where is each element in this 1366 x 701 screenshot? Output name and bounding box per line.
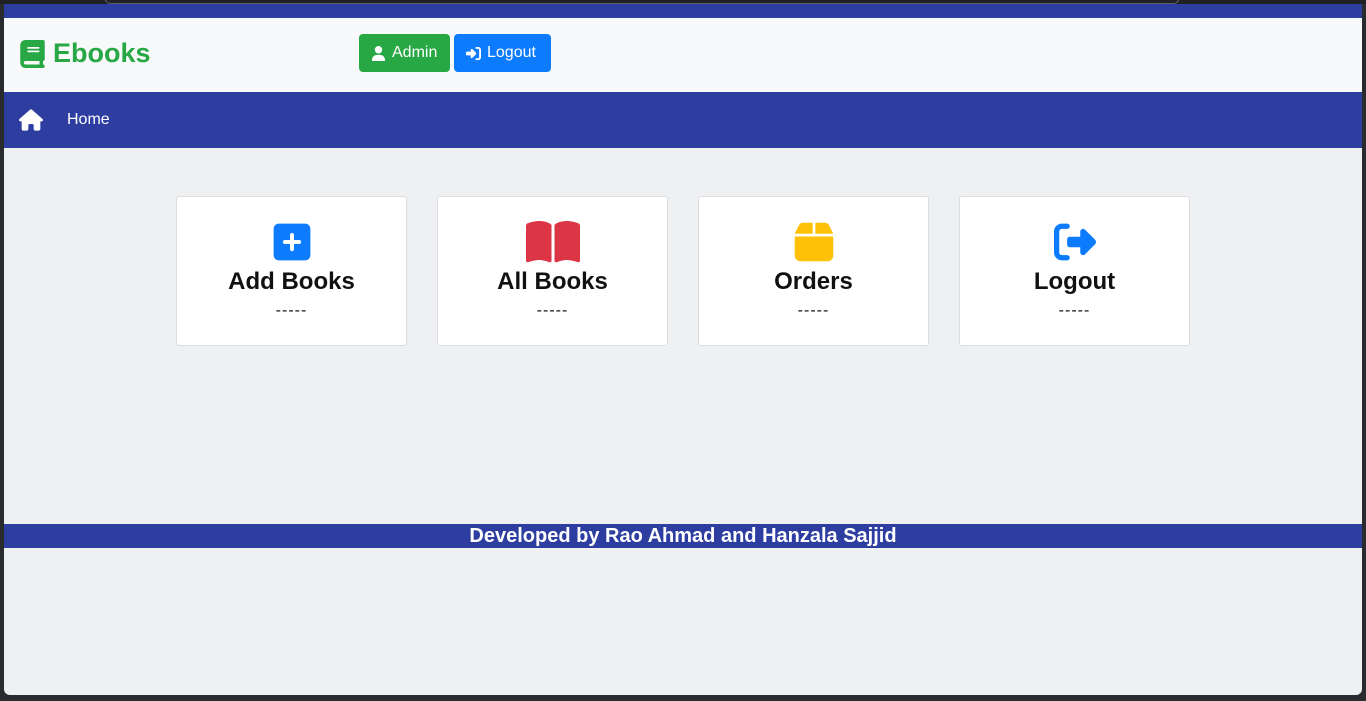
book-icon <box>20 39 45 68</box>
top-accent-strip <box>4 4 1362 18</box>
header: Ebooks Admin Logout <box>4 18 1362 92</box>
card-subtitle: ----- <box>797 302 830 319</box>
dashboard-cards: Add Books ----- All Books ----- Orders -… <box>176 196 1190 346</box>
footer: Developed by Rao Ahmad and Hanzala Sajji… <box>4 524 1362 548</box>
home-icon[interactable] <box>19 108 43 132</box>
admin-button[interactable]: Admin <box>359 34 450 72</box>
card-title: All Books <box>497 268 608 295</box>
card-all-books[interactable]: All Books ----- <box>437 196 668 346</box>
card-subtitle: ----- <box>275 302 308 319</box>
page-viewport: Ebooks Admin Logout Home Add Books ----- <box>4 4 1362 695</box>
brand-link[interactable]: Ebooks <box>20 38 151 69</box>
logout-button-label: Logout <box>487 44 536 61</box>
user-icon <box>371 45 386 61</box>
card-add-books[interactable]: Add Books ----- <box>176 196 407 346</box>
navbar: Home <box>4 92 1362 148</box>
nav-home-link[interactable]: Home <box>67 111 110 129</box>
plus-square-icon <box>271 220 313 263</box>
admin-button-label: Admin <box>392 44 438 61</box>
box-icon <box>793 220 835 263</box>
browser-chrome-bottom <box>0 695 1366 701</box>
card-title: Orders <box>774 268 853 295</box>
sign-out-icon <box>1051 220 1099 263</box>
card-subtitle: ----- <box>1058 302 1091 319</box>
card-subtitle: ----- <box>536 302 569 319</box>
card-title: Add Books <box>228 268 355 295</box>
open-book-icon <box>525 220 581 263</box>
card-logout[interactable]: Logout ----- <box>959 196 1190 346</box>
card-title: Logout <box>1033 268 1116 295</box>
card-orders[interactable]: Orders ----- <box>698 196 929 346</box>
sign-in-icon <box>466 46 481 61</box>
brand-name: Ebooks <box>53 38 151 68</box>
logout-button[interactable]: Logout <box>454 34 551 72</box>
